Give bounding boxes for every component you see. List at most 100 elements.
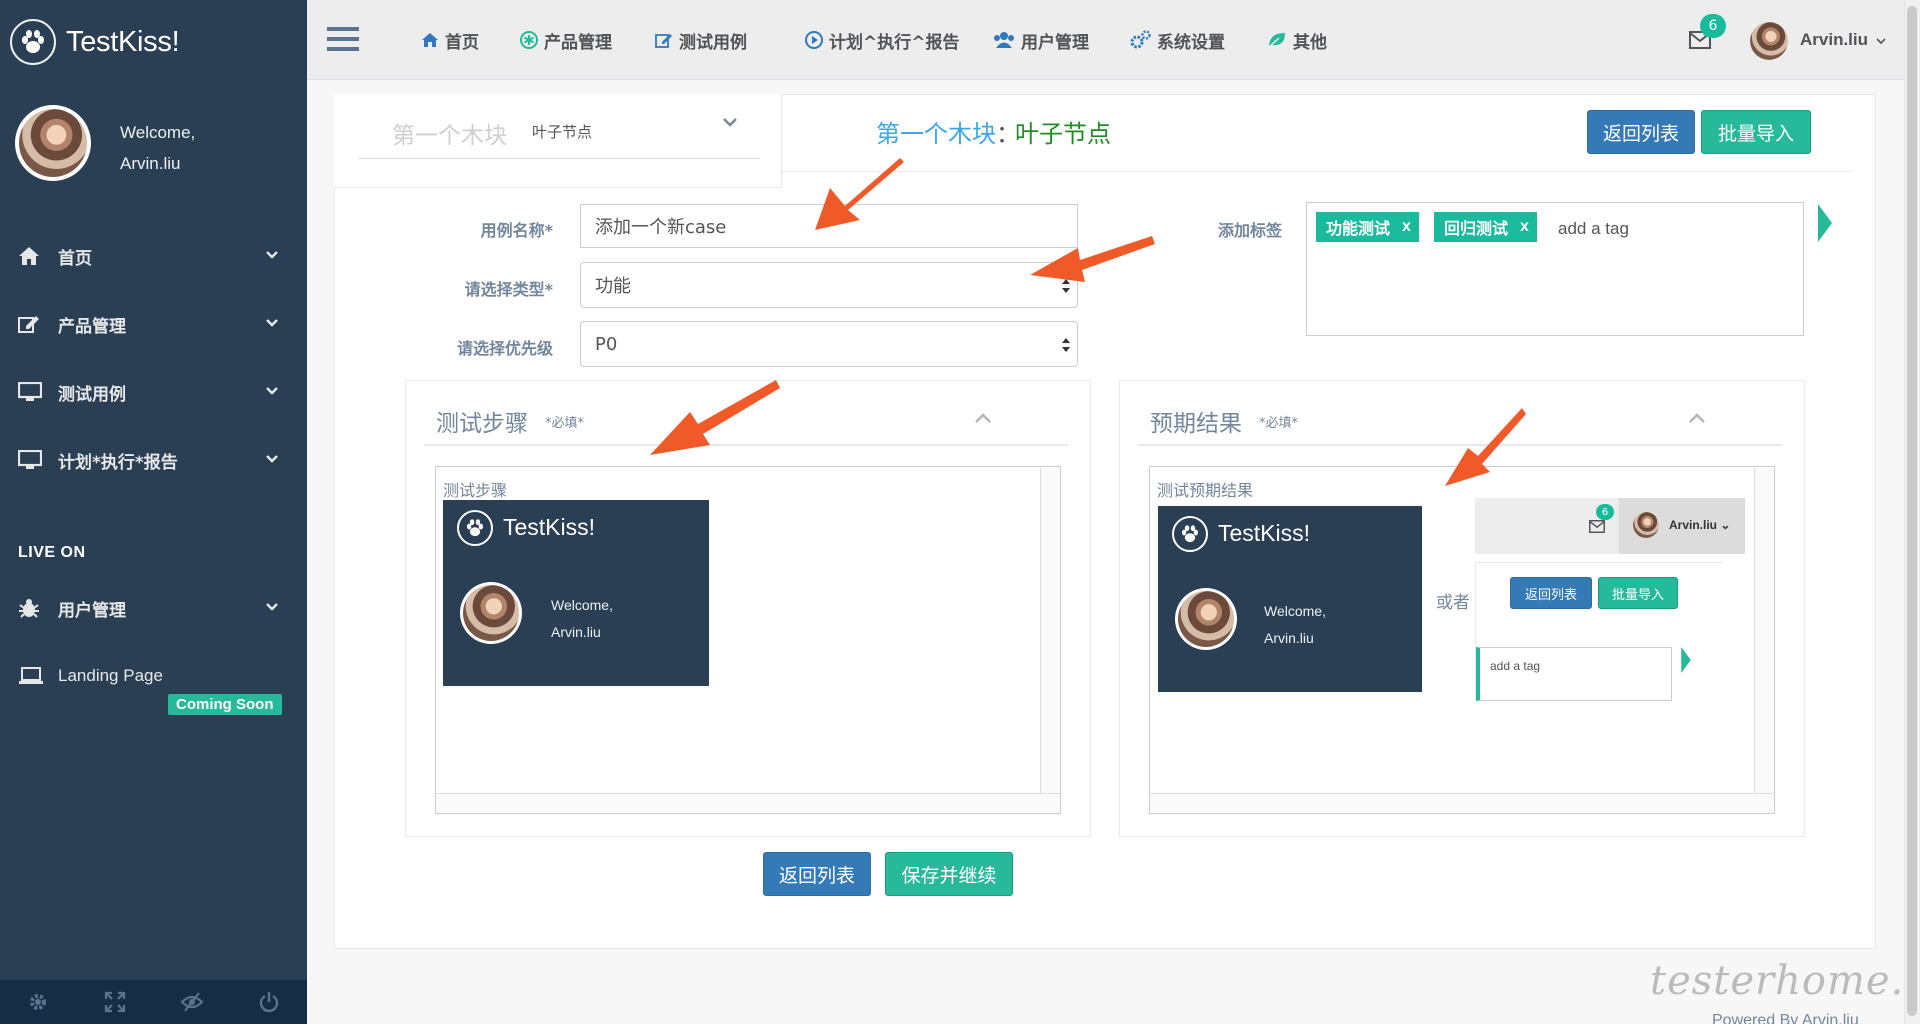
paw-icon bbox=[457, 510, 493, 546]
tag-chip: 功能测试 x bbox=[1316, 212, 1419, 242]
power-icon[interactable] bbox=[230, 980, 307, 1024]
page-scrollbar-thumb[interactable] bbox=[1907, 6, 1917, 1016]
title-divider bbox=[782, 171, 1852, 172]
steps-required: *必填* bbox=[545, 416, 585, 431]
chevron-down-icon bbox=[266, 455, 278, 463]
tag-text: 功能测试 bbox=[1326, 219, 1391, 238]
paw-icon bbox=[1172, 516, 1208, 552]
mail-count-badge: 6 bbox=[1700, 14, 1726, 38]
avatar bbox=[15, 105, 91, 181]
nav-item-home[interactable]: 首页 bbox=[421, 28, 479, 53]
module-title: 第一个木块： bbox=[876, 120, 1020, 148]
embedded-screenshot-topbar: 6 Arvin.liu ⌄ bbox=[1475, 498, 1745, 554]
coming-soon-badge: Coming Soon bbox=[168, 694, 282, 715]
avatar bbox=[460, 582, 522, 644]
user-avatar[interactable] bbox=[1750, 22, 1788, 60]
top-nav: 首页 产品管理 测试用例 计划^执行^报告 用户管理 系统设置 其他 6 Arv… bbox=[307, 0, 1920, 80]
nav-item-plans[interactable]: 计划^执行^报告 bbox=[805, 28, 960, 53]
sidebar-item-label: 测试用例 bbox=[58, 384, 126, 405]
tag-remove-button[interactable]: x bbox=[1520, 218, 1529, 236]
bug-icon bbox=[18, 596, 46, 620]
steps-scrollbar[interactable] bbox=[1040, 468, 1060, 794]
paw-icon bbox=[10, 19, 56, 65]
nav-item-label: 测试用例 bbox=[679, 32, 747, 53]
chevron-up-icon[interactable] bbox=[974, 412, 992, 424]
home-icon bbox=[421, 32, 439, 48]
mini-brand: TestKiss! bbox=[503, 514, 596, 540]
case-name-label: 用例名称* bbox=[480, 221, 553, 240]
embedded-screenshot: TestKiss! Welcome, Arvin.liu bbox=[443, 500, 709, 686]
nav-item-products[interactable]: 产品管理 bbox=[520, 28, 612, 53]
asterisk-icon bbox=[520, 31, 538, 49]
batch-import-button[interactable]: 批量导入 bbox=[1701, 110, 1811, 154]
brand[interactable]: TestKiss! bbox=[10, 14, 180, 70]
nav-item-label: 系统设置 bbox=[1157, 32, 1225, 53]
chevron-down-icon bbox=[266, 251, 278, 259]
nav-item-testcases[interactable]: 测试用例 bbox=[655, 28, 747, 53]
expected-hscrollbar[interactable] bbox=[1150, 793, 1774, 813]
edit-icon bbox=[655, 32, 673, 48]
type-select[interactable]: 功能 bbox=[580, 262, 1078, 308]
brand-name: TestKiss! bbox=[66, 25, 180, 58]
nav-item-settings[interactable]: 系统设置 bbox=[1129, 28, 1225, 53]
menu-toggle-icon[interactable] bbox=[327, 26, 359, 52]
users-icon bbox=[993, 31, 1015, 49]
mini-tag-placeholder: add a tag bbox=[1490, 659, 1541, 673]
mini-back-button: 返回列表 bbox=[1510, 577, 1592, 609]
node-title: 叶子节点 bbox=[1015, 120, 1111, 148]
nav-item-label: 用户管理 bbox=[1021, 32, 1089, 53]
type-value: 功能 bbox=[595, 276, 631, 297]
caret-right-icon bbox=[1818, 204, 1832, 242]
nav-item-other[interactable]: 其他 bbox=[1267, 28, 1327, 53]
chevron-down-icon bbox=[266, 603, 278, 611]
edit-icon bbox=[18, 312, 46, 336]
chevron-down-icon bbox=[1876, 38, 1886, 45]
nav-item-label: 计划^执行^报告 bbox=[829, 32, 960, 53]
chevron-down-icon bbox=[266, 387, 278, 395]
chevron-down-icon bbox=[266, 319, 278, 327]
chevron-down-icon[interactable] bbox=[722, 116, 738, 128]
bottom-back-button[interactable]: 返回列表 bbox=[763, 852, 871, 896]
fullscreen-icon[interactable] bbox=[77, 980, 154, 1024]
powered-by: Powered By Arvin.liu bbox=[1712, 1012, 1859, 1024]
tree-node: 叶子节点 bbox=[532, 123, 593, 141]
steps-divider bbox=[424, 444, 1068, 446]
sidebar-item-plans[interactable]: 计划*执行*报告 bbox=[0, 432, 307, 488]
sidebar-item-label: 首页 bbox=[58, 248, 92, 269]
nav-item-users[interactable]: 用户管理 bbox=[993, 28, 1089, 53]
sidebar-item-users[interactable]: 用户管理 bbox=[0, 580, 307, 636]
chevron-up-icon[interactable] bbox=[1688, 412, 1706, 424]
mini-welcome: Welcome, Arvin.liu bbox=[551, 597, 613, 640]
expected-editor-label: 测试预期结果 bbox=[1157, 481, 1254, 500]
embedded-screenshot: TestKiss! Welcome, Arvin.liu bbox=[1158, 506, 1422, 692]
case-name-input[interactable]: 添加一个新case bbox=[580, 204, 1078, 248]
tree-placeholder: 第一个木块 bbox=[392, 123, 507, 149]
eye-slash-icon[interactable] bbox=[154, 980, 231, 1024]
home-icon bbox=[18, 244, 46, 268]
mail-count-badge: 6 bbox=[1596, 504, 1614, 520]
mini-welcome: Welcome, Arvin.liu bbox=[1264, 603, 1326, 646]
user-menu[interactable]: Arvin.liu bbox=[1800, 30, 1886, 50]
select-arrows-icon bbox=[1062, 338, 1070, 352]
save-continue-button[interactable]: 保存并继续 bbox=[885, 852, 1013, 896]
tag-chip: 回归测试 x bbox=[1434, 212, 1537, 242]
priority-select[interactable]: P0 bbox=[580, 321, 1078, 367]
tag-placeholder[interactable]: add a tag bbox=[1558, 219, 1629, 239]
expected-scrollbar[interactable] bbox=[1754, 468, 1774, 794]
sidebar-item-products[interactable]: 产品管理 bbox=[0, 296, 307, 352]
watermark: testerhome.com bbox=[1650, 958, 1920, 1004]
user-name: Arvin.liu bbox=[1800, 30, 1869, 49]
back-to-list-button[interactable]: 返回列表 bbox=[1587, 110, 1695, 154]
username: Arvin.liu bbox=[120, 154, 181, 173]
tag-remove-button[interactable]: x bbox=[1402, 218, 1411, 236]
type-label: 请选择类型* bbox=[464, 280, 553, 299]
sidebar-item-testcases[interactable]: 测试用例 bbox=[0, 364, 307, 420]
settings-icon[interactable] bbox=[0, 980, 77, 1024]
embedded-screenshot-content: 返回列表 批量导入 add a tag bbox=[1475, 562, 1723, 701]
leaf-icon bbox=[1267, 31, 1287, 49]
steps-hscrollbar[interactable] bbox=[436, 793, 1060, 813]
mail-icon bbox=[1589, 520, 1605, 533]
user-avatar bbox=[1633, 512, 1659, 538]
or-text: 或者 bbox=[1436, 593, 1470, 613]
sidebar-item-home[interactable]: 首页 bbox=[0, 228, 307, 284]
